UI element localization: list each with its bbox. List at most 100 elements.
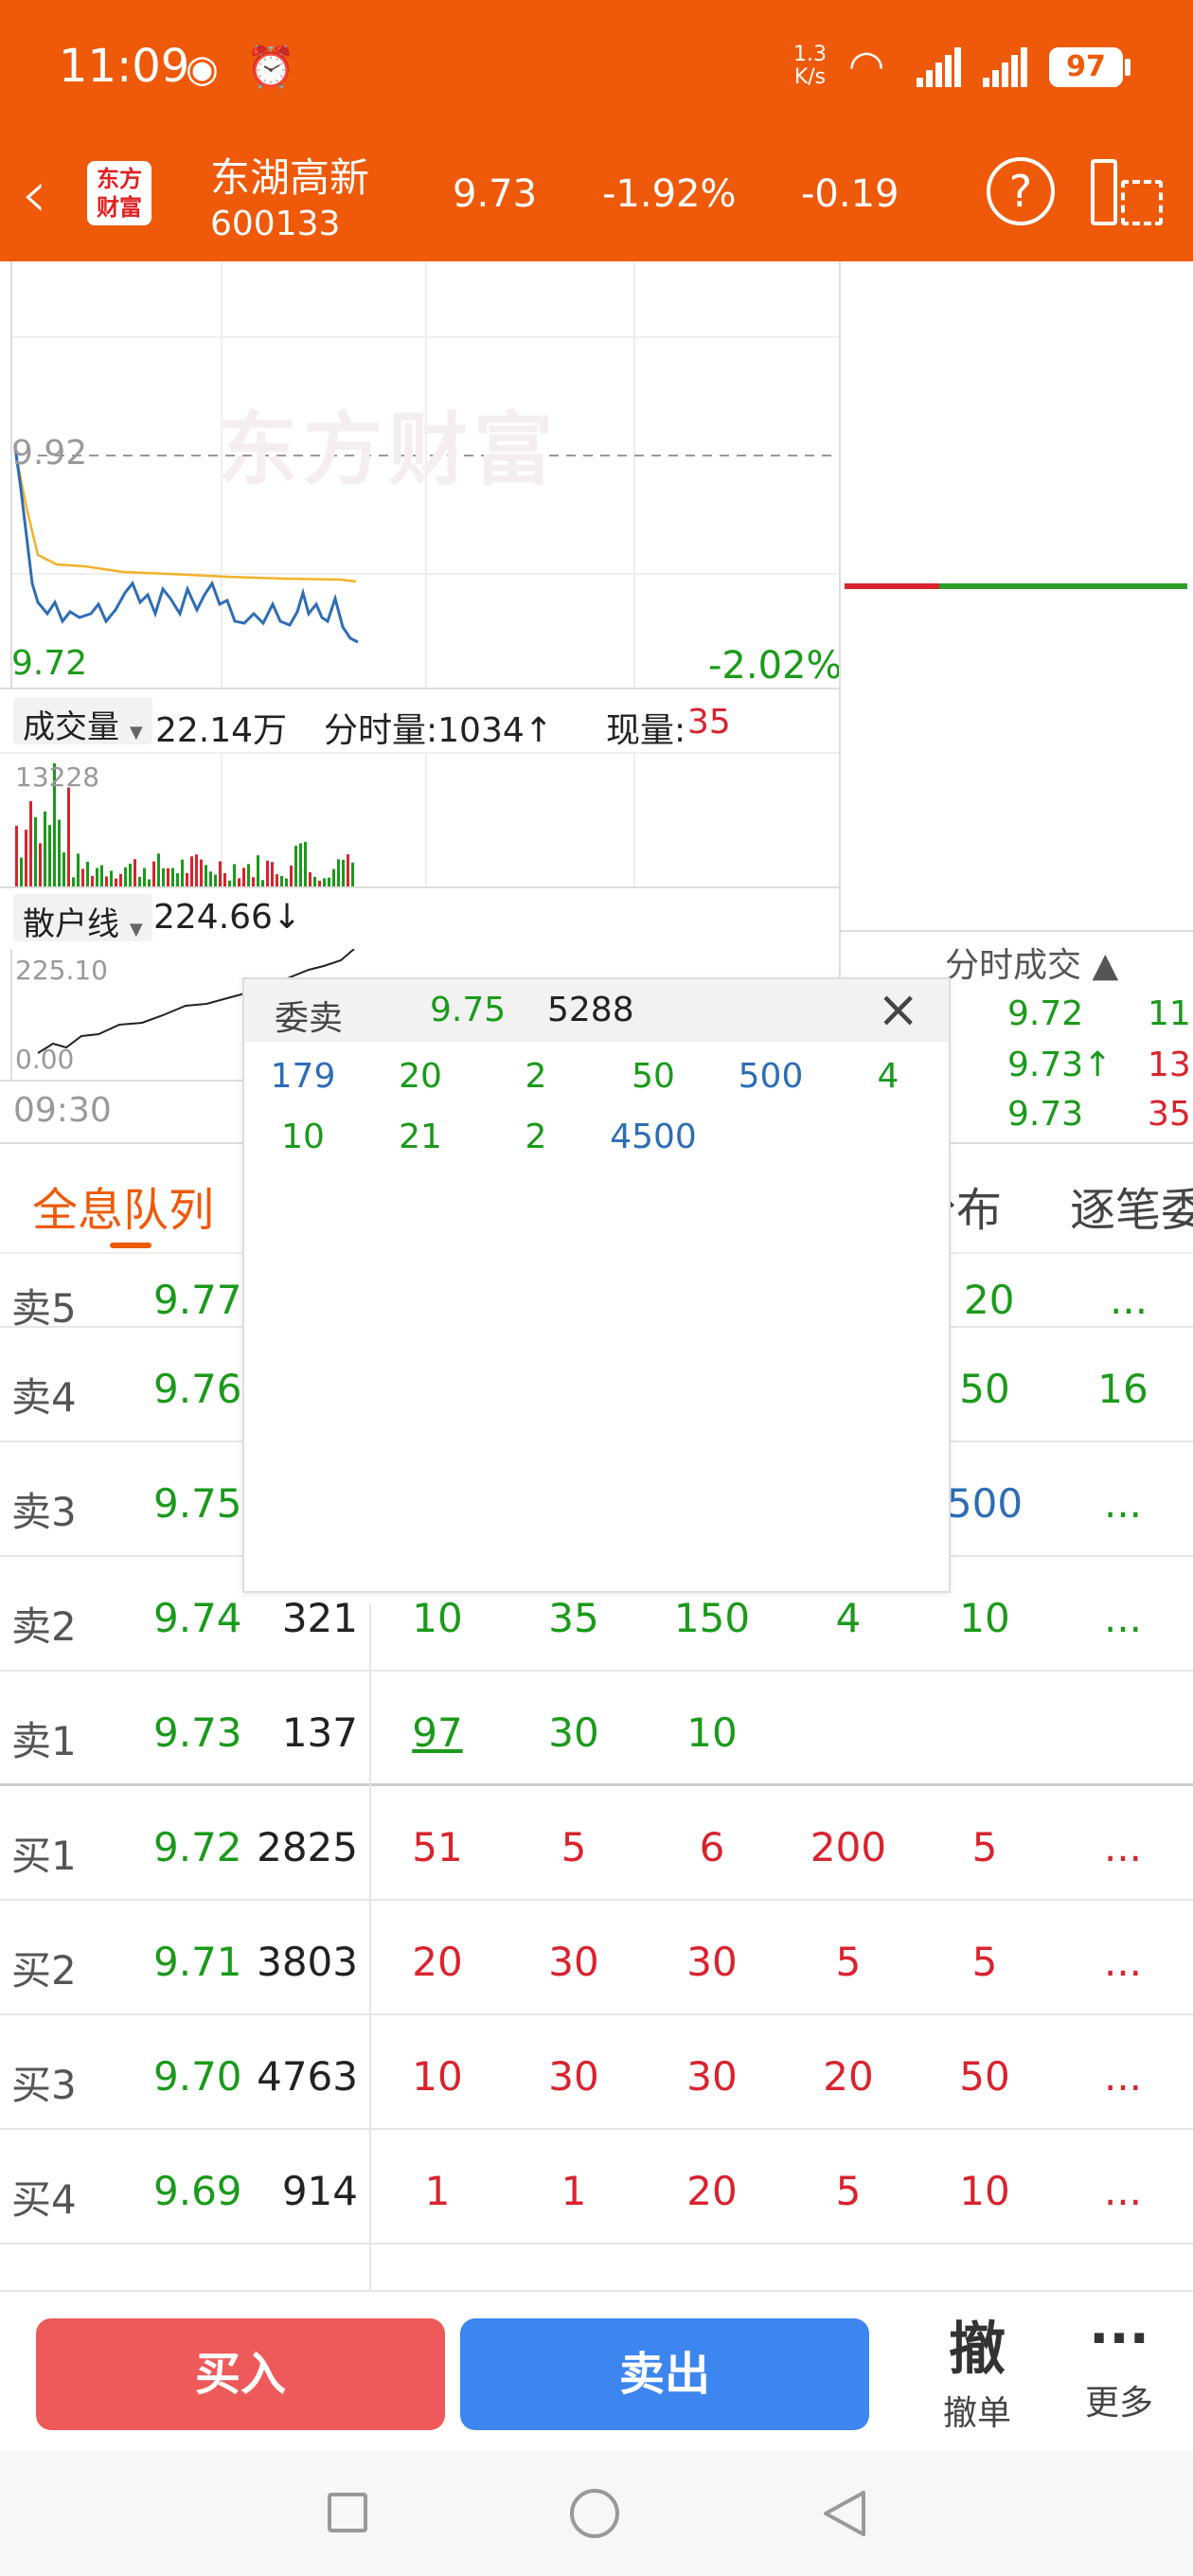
tab-full-queue[interactable]: 全息队列 xyxy=(32,1172,214,1239)
volume-bar xyxy=(34,816,37,886)
queue-order: 51 xyxy=(412,1824,463,1870)
volume-bar xyxy=(138,876,141,886)
landscape-toggle-icon[interactable] xyxy=(1091,159,1165,227)
retail-selector[interactable]: 散户线 ▼ xyxy=(13,894,152,943)
retail-min-label: 0.00 xyxy=(15,1044,75,1075)
active-tab-indicator xyxy=(110,1243,151,1248)
queue-price: 9.73 xyxy=(153,1709,242,1756)
volume-bar xyxy=(157,853,160,886)
net-speed: 1.3 K/s xyxy=(793,43,827,89)
volume-bar xyxy=(29,801,32,886)
volume-bar xyxy=(58,819,61,886)
app-logo: 东方 财富 xyxy=(87,161,151,225)
volume-bar xyxy=(205,865,207,886)
volume-bar xyxy=(129,863,132,886)
stock-name[interactable]: 东湖高新 xyxy=(210,146,369,204)
queue-order: 4 xyxy=(835,1595,862,1641)
volume-bar xyxy=(176,873,179,886)
volume-bar xyxy=(337,859,340,886)
sell-button[interactable]: 卖出 xyxy=(460,2318,869,2430)
popup-volume: 5288 xyxy=(547,991,634,1029)
queue-order: 150 xyxy=(673,1595,751,1641)
queue-row[interactable]: 买2 9.71 3803 20 30 30 5 5... xyxy=(0,1901,1193,2015)
volume-bar xyxy=(313,876,316,886)
volume-bar xyxy=(167,868,169,886)
volume-bar xyxy=(124,867,127,886)
buy-button[interactable]: 买入 xyxy=(36,2318,445,2430)
popup-order: 4500 xyxy=(610,1118,697,1156)
queue-order: 6 xyxy=(699,1824,725,1870)
queue-row[interactable]: 买3 9.70 4763 10 30 30 20 50... xyxy=(0,2015,1193,2130)
volume-bar xyxy=(44,811,46,886)
status-bar: 11:09 ◉ ⏰ 1.3 K/s ◠ 97 xyxy=(0,0,1193,142)
volume-bar xyxy=(266,860,269,886)
volume-bar xyxy=(290,865,293,886)
volume-bar xyxy=(280,875,283,886)
queue-price: 9.70 xyxy=(153,2053,242,2100)
queue-order: 5 xyxy=(835,1939,862,1985)
queue-level: 买1 xyxy=(11,1833,77,1879)
queue-price: 9.72 xyxy=(153,1824,242,1870)
queue-row[interactable]: 买4 9.69 914 1 1 20 5 10... xyxy=(0,2130,1193,2245)
tick-list-title[interactable]: 分时成交 ▲ xyxy=(945,938,1118,987)
volume-bar xyxy=(247,864,250,886)
queue-order: 5 xyxy=(971,1939,998,1985)
recents-icon[interactable] xyxy=(328,2493,367,2532)
retail-value: 224.66↓ xyxy=(153,898,302,937)
queue-row[interactable]: 买1 9.72 2825 51 5 6 200 5... xyxy=(0,1786,1193,1901)
queue-total: 137 xyxy=(281,1709,358,1756)
volume-chart[interactable]: 13228 xyxy=(0,754,839,886)
queue-total: 3803 xyxy=(257,1939,358,1985)
close-icon[interactable]: × xyxy=(877,979,919,1039)
clock: 11:09 xyxy=(59,40,190,93)
volume-bar xyxy=(25,830,27,886)
popup-order: 50 xyxy=(632,1057,675,1096)
queue-order: 200 xyxy=(810,1824,887,1870)
queue-order: ... xyxy=(1103,2168,1143,2214)
back-nav-icon[interactable] xyxy=(820,2489,869,2538)
tab-tick-by-tick[interactable]: 逐笔委 xyxy=(1070,1172,1193,1239)
volume-bar xyxy=(143,868,146,886)
order-queue-popup[interactable]: 委卖 9.75 5288 × 179 20 2 50 500 4 10 21 2 4500 xyxy=(242,977,951,1593)
volume-value: 22.14万 xyxy=(155,711,288,750)
volume-bar xyxy=(342,859,345,886)
volume-bar xyxy=(77,853,80,886)
tab-distribution[interactable]: 分布 xyxy=(911,1172,1002,1239)
queue-level: 买4 xyxy=(11,2176,77,2223)
queue-price: 9.75 xyxy=(153,1480,242,1527)
header-pct: -1.92% xyxy=(602,172,737,216)
popup-price: 9.75 xyxy=(430,991,507,1029)
back-icon[interactable]: ‹ xyxy=(21,155,47,233)
popup-order: 179 xyxy=(270,1057,336,1096)
popup-order: 2 xyxy=(525,1118,547,1156)
volume-bar xyxy=(323,878,326,886)
cancel-icon: 撤 xyxy=(949,2317,1006,2383)
volume-selector[interactable]: 成交量 ▼ xyxy=(13,697,152,746)
queue-order: ... xyxy=(1103,1824,1143,1870)
queue-total: 4763 xyxy=(257,2053,358,2100)
volume-bar xyxy=(152,861,155,886)
queue-order: 10 xyxy=(686,1709,738,1756)
help-icon[interactable]: ? xyxy=(987,157,1055,225)
more-label: 更多 xyxy=(1084,2384,1153,2423)
more-button[interactable]: ··· 更多 xyxy=(1074,2303,1165,2445)
volume-bar xyxy=(20,857,23,886)
retail-header: 散户线 ▼ 224.66↓ xyxy=(0,886,839,949)
queue-order: 50 xyxy=(959,1366,1010,1412)
battery-icon: 97 xyxy=(1049,47,1123,87)
queue-order: 97 xyxy=(412,1709,463,1756)
order-book[interactable]: 卖69.78755卖59.77768卖49.76245卖39.755288卖29… xyxy=(839,261,1193,932)
volume-bar xyxy=(238,878,240,886)
queue-order: ... xyxy=(1103,1939,1143,1985)
queue-order: 20 xyxy=(412,1939,463,1985)
queue-row[interactable]: 卖1 9.73 137 97 30 10 xyxy=(0,1672,1193,1786)
home-icon[interactable] xyxy=(570,2489,619,2538)
queue-order: 30 xyxy=(686,2053,738,2100)
intraday-chart[interactable]: 东方财富 9.92 9.72 -2.02% xyxy=(0,261,843,688)
volume-bar xyxy=(181,859,184,886)
wifi-icon: ◠ xyxy=(848,42,885,90)
tick-price-2: 9.73↑ xyxy=(1007,1046,1113,1084)
volume-bar xyxy=(294,846,297,886)
popup-order: 500 xyxy=(738,1057,804,1096)
cancel-order-button[interactable]: 撤 撤单 xyxy=(932,2303,1023,2445)
